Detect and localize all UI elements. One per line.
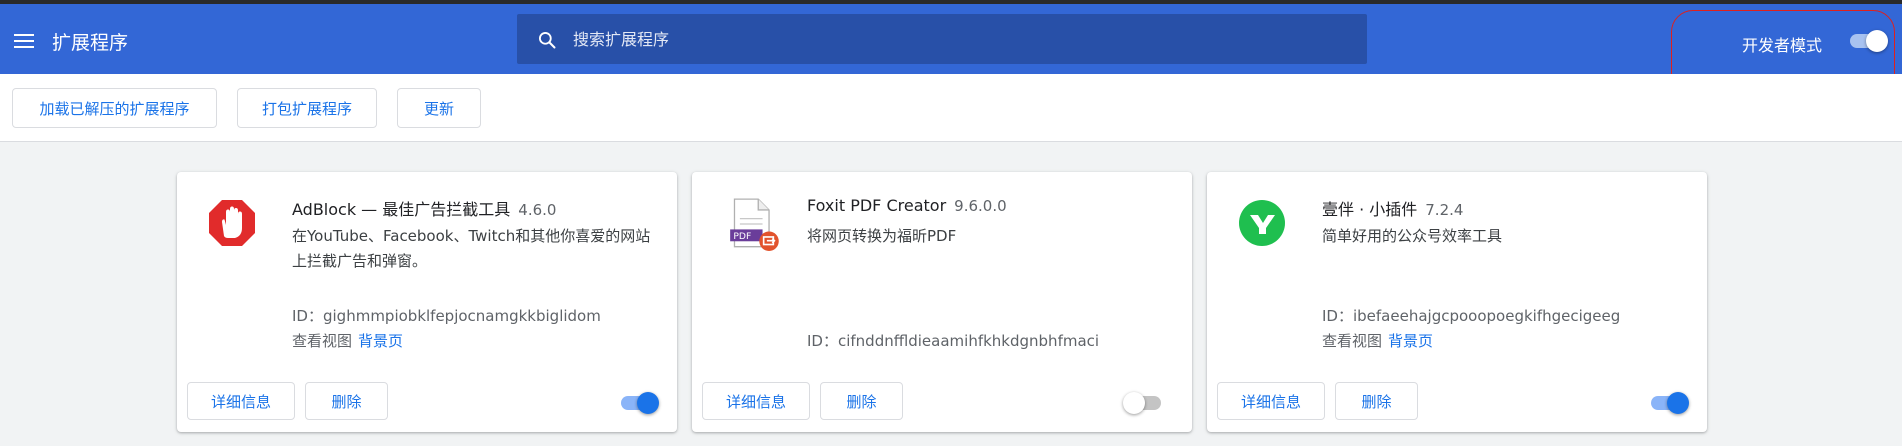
extension-card-foxit: PDF Foxit PDF Creator 9.6.0.0 将网页转换为福昕PDF…: [692, 172, 1192, 432]
search-icon: [539, 32, 556, 49]
update-button[interactable]: 更新: [397, 88, 481, 128]
page-title: 扩展程序: [52, 32, 129, 54]
extension-enable-toggle[interactable]: [1123, 392, 1165, 414]
extension-card-yiban: 壹伴 · 小插件 7.2.4 简单好用的公众号效率工具 ID：ibefaeehaj…: [1207, 172, 1707, 432]
toolbar: 加载已解压的扩展程序 打包扩展程序 更新: [0, 74, 1902, 142]
app-header: 扩展程序 开发者模式: [0, 0, 1902, 74]
svg-text:PDF: PDF: [733, 231, 751, 242]
extension-version: 7.2.4: [1425, 201, 1464, 219]
background-page-link[interactable]: 背景页: [1388, 332, 1433, 350]
extension-name: 壹伴 · 小插件 7.2.4: [1322, 200, 1464, 219]
extension-id: ID：gighmmpiobklfepjocnamgkkbiglidom: [292, 307, 601, 325]
details-button[interactable]: 详细信息: [187, 382, 295, 420]
remove-button[interactable]: 删除: [305, 382, 388, 420]
extension-id: ID：ibefaeehajgcpooopoegkifhgecigeeg: [1322, 307, 1621, 325]
extension-description: 简单好用的公众号效率工具: [1322, 227, 1503, 245]
extension-enable-toggle[interactable]: [619, 392, 659, 414]
extension-name: AdBlock — 最佳广告拦截工具 4.6.0: [292, 200, 557, 219]
dev-mode-label: 开发者模式: [1742, 36, 1823, 55]
remove-button[interactable]: 删除: [1335, 382, 1418, 420]
foxit-pdf-icon: PDF: [730, 198, 779, 251]
details-button[interactable]: 详细信息: [1217, 382, 1325, 420]
extension-views: 查看视图 背景页: [292, 332, 404, 350]
extension-enable-toggle[interactable]: [1649, 392, 1689, 414]
remove-button[interactable]: 删除: [820, 382, 903, 420]
search-input[interactable]: [573, 14, 1353, 64]
extension-id: ID：cifnddnffldieaamihfkhkdgnbhfmaci: [807, 332, 1100, 350]
dev-mode-toggle[interactable]: [1848, 30, 1888, 52]
yiban-icon: [1239, 200, 1285, 246]
extension-description: 在YouTube、Facebook、Twitch和其他你喜爱的网站上拦截广告和弹…: [292, 227, 651, 270]
adblock-hand-icon: [209, 200, 255, 246]
extension-description: 将网页转换为福昕PDF: [807, 227, 957, 245]
search-box[interactable]: [517, 14, 1367, 64]
extension-views: 查看视图 背景页: [1322, 332, 1434, 350]
extension-version: 9.6.0.0: [954, 197, 1007, 215]
extension-name: Foxit PDF Creator 9.6.0.0: [807, 196, 1007, 215]
load-unpacked-button[interactable]: 加载已解压的扩展程序: [12, 88, 217, 128]
menu-icon[interactable]: [14, 34, 34, 50]
background-page-link[interactable]: 背景页: [358, 332, 403, 350]
details-button[interactable]: 详细信息: [702, 382, 810, 420]
pack-extension-button[interactable]: 打包扩展程序: [237, 88, 377, 128]
extension-version: 4.6.0: [518, 201, 557, 219]
extension-card-adblock: AdBlock — 最佳广告拦截工具 4.6.0 在YouTube、Faceboo…: [177, 172, 677, 432]
